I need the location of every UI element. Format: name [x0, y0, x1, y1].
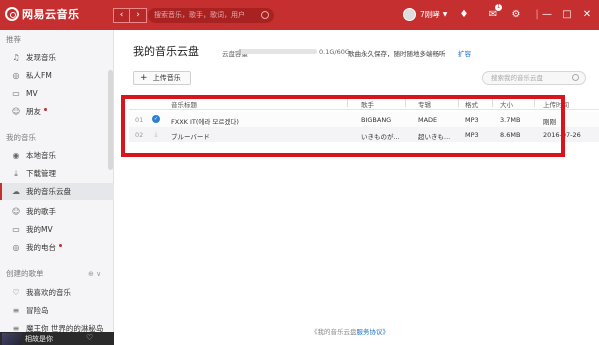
video-icon: ▭ — [12, 89, 20, 98]
app-logo[interactable]: 网易云音乐 — [5, 6, 80, 22]
now-playing-bar[interactable]: 相故是你 ♡ — [0, 332, 114, 345]
sidebar-item-label: 发现音乐 — [26, 53, 56, 62]
netease-logo-icon — [5, 7, 19, 21]
quota-progress-fill — [239, 49, 241, 54]
sidebar-item-singers[interactable]: ☺ 我的歌手 — [0, 203, 114, 220]
notification-dot — [44, 107, 47, 111]
sidebar-item-label: 我的音乐云盘 — [26, 187, 71, 196]
sidebar-item-radio[interactable]: ◎ 我的电台 — [0, 239, 114, 256]
local-music-icon: ◉ — [12, 151, 20, 160]
sidebar-item-label: 朋友 — [26, 107, 41, 116]
playlist-actions: ⊕ ∨ — [88, 270, 101, 278]
upload-music-button[interactable]: + 上传音乐 — [133, 71, 191, 85]
username[interactable]: 7刚哮 — [420, 9, 440, 20]
skin-icon[interactable]: ♦ — [457, 8, 471, 22]
section-title-my-music: 我的音乐 — [6, 133, 36, 142]
sidebar-item-mv[interactable]: ▭ MV — [0, 85, 114, 102]
sidebar-item-discover[interactable]: ♫ 发现音乐 — [0, 49, 114, 66]
sidebar-item-label: 冒险岛 — [26, 306, 49, 315]
music-note-icon: ♫ — [12, 53, 20, 62]
sidebar-item-label: 我的MV — [26, 225, 53, 234]
radio-icon: ◎ — [12, 71, 20, 80]
app-title: 网易云音乐 — [22, 8, 80, 21]
cloud-icon: ☁ — [12, 187, 20, 196]
search-placeholder: 搜索音乐，歌手，歌词，用户 — [154, 11, 245, 19]
album-thumbnail[interactable] — [2, 333, 22, 345]
user-menu[interactable]: 7刚哮 ▼ — [403, 8, 447, 21]
sidebar-item-local[interactable]: ◉ 本地音乐 — [0, 147, 114, 164]
chevron-down-icon[interactable]: ▼ — [443, 11, 448, 18]
section-title-created: 创建的歌单 — [6, 269, 44, 278]
sidebar: 推荐 ♫ 发现音乐 ◎ 私人FM ▭ MV ☺ 朋友 我的音乐 ◉ 本地音乐 ⤓… — [0, 30, 114, 345]
expand-capacity-link[interactable]: 扩容 — [458, 48, 471, 58]
sidebar-item-playlist[interactable]: ≡ 冒险岛 — [0, 302, 114, 319]
forward-button[interactable]: › — [130, 8, 147, 23]
sidebar-item-label: 我的电台 — [26, 243, 56, 252]
download-icon: ⤓ — [14, 168, 18, 178]
sidebar-scrollbar[interactable] — [108, 70, 113, 170]
singer-icon: ☺ — [11, 207, 21, 216]
history-nav: ‹ › — [113, 8, 147, 23]
now-playing-title: 相故是你 — [25, 335, 53, 343]
footer-prefix: 《我的音乐云盘 — [311, 328, 357, 336]
maximize-icon[interactable]: □ — [560, 8, 574, 22]
notification-dot — [59, 243, 62, 247]
section-title-recommend: 推荐 — [6, 35, 21, 44]
sidebar-item-label: 我喜欢的音乐 — [26, 288, 71, 297]
friends-icon: ☺ — [11, 107, 21, 116]
heart-icon[interactable]: ♡ — [86, 333, 93, 342]
sidebar-item-downloads[interactable]: ⤓ 下载管理 — [0, 165, 114, 182]
sidebar-item-label: 本地音乐 — [26, 151, 56, 160]
sidebar-item-cloud[interactable]: ☁ 我的音乐云盘 — [0, 183, 114, 200]
sidebar-item-friends[interactable]: ☺ 朋友 — [0, 103, 114, 120]
annotation-highlight-box — [121, 95, 565, 157]
mail-badge: 1 — [495, 4, 503, 11]
search-icon[interactable] — [261, 11, 269, 19]
sidebar-item-label: 私人FM — [26, 71, 52, 80]
sidebar-item-fm[interactable]: ◎ 私人FM — [0, 67, 114, 84]
sidebar-item-liked[interactable]: ♡ 我喜欢的音乐 — [0, 284, 114, 301]
minimize-icon[interactable]: — — [540, 8, 554, 22]
service-agreement-link[interactable]: 服务协议》 — [357, 328, 390, 336]
sidebar-item-my-mv[interactable]: ▭ 我的MV — [0, 221, 114, 238]
search-input[interactable]: 搜索音乐，歌手，歌词，用户 — [148, 8, 274, 23]
gear-icon[interactable]: ⚙ — [509, 8, 523, 22]
search-icon[interactable] — [572, 74, 579, 81]
close-icon[interactable]: ✕ — [580, 8, 594, 22]
cloud-search-placeholder: 搜索我的音乐云盘 — [491, 74, 543, 82]
radio-station-icon: ◎ — [12, 243, 20, 252]
collapse-icon[interactable]: ∨ — [96, 270, 101, 278]
sidebar-item-label: MV — [26, 89, 38, 98]
back-button[interactable]: ‹ — [113, 8, 130, 23]
playlist-icon: ≡ — [12, 306, 20, 315]
page-title: 我的音乐云盘 — [133, 45, 199, 58]
heart-icon: ♡ — [12, 288, 20, 297]
title-bar: 网易云音乐 ‹ › 搜索音乐，歌手，歌词，用户 7刚哮 ▼ ♦ ✉ 1 ⚙ | … — [0, 0, 599, 30]
add-playlist-icon[interactable]: ⊕ — [88, 270, 94, 278]
quota-progress-bar — [239, 49, 317, 54]
sidebar-item-label: 我的歌手 — [26, 207, 56, 216]
upload-label: 上传音乐 — [152, 74, 181, 82]
quota-note: 歌曲永久保存，随时随地多端畅听 — [348, 50, 446, 58]
cloud-search-input[interactable]: 搜索我的音乐云盘 — [482, 71, 586, 85]
service-agreement: 《我的音乐云盘服务协议》 — [311, 326, 389, 336]
cloud-disk-page: 我的音乐云盘 云盘容量 0.1G/60G 歌曲永久保存，随时随地多端畅听 扩容 … — [115, 30, 599, 345]
quota-value: 0.1G/60G — [319, 48, 350, 56]
plus-icon: + — [140, 73, 148, 83]
video-icon: ▭ — [12, 225, 20, 234]
sidebar-item-label: 下载管理 — [26, 169, 56, 178]
avatar[interactable] — [403, 8, 416, 21]
